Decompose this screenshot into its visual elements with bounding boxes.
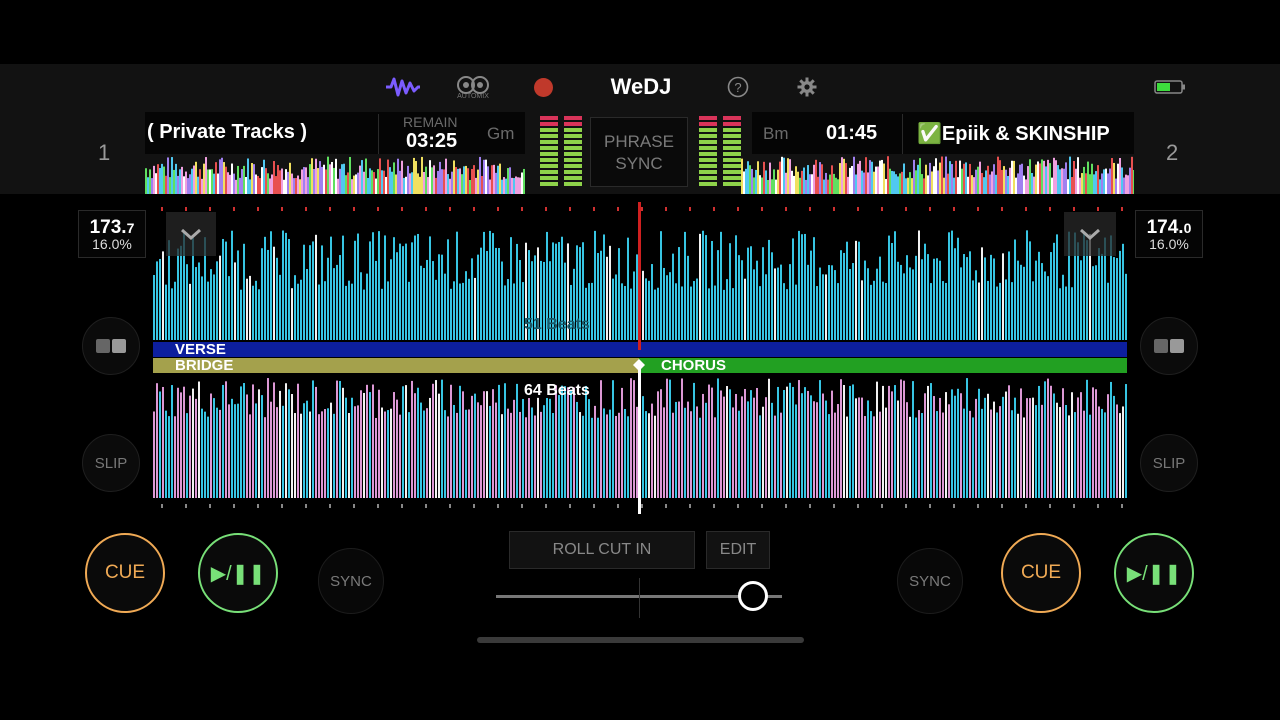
automix-icon[interactable]: AUTOMIX bbox=[454, 74, 492, 100]
crossfader-center-mark bbox=[639, 578, 640, 618]
deck2-time: 01:45 bbox=[826, 122, 878, 144]
deck2-slip-button[interactable]: SLIP bbox=[1140, 434, 1198, 492]
deck2-key: Bm bbox=[763, 124, 789, 143]
phrase-bridge-label: BRIDGE bbox=[175, 357, 234, 374]
chevron-down-icon bbox=[1080, 228, 1100, 241]
deck1-play-pause-button[interactable]: ▶/❚❚ bbox=[198, 533, 278, 613]
deck1-bpm: 173. bbox=[89, 217, 127, 238]
deck2-cue-button[interactable]: CUE bbox=[1001, 533, 1081, 613]
phrase-chorus-label: CHORUS bbox=[661, 357, 727, 374]
deck1-pitch: 16.0% bbox=[92, 236, 132, 252]
battery-icon bbox=[1153, 74, 1187, 100]
gear-icon[interactable] bbox=[796, 74, 818, 100]
deck1-track-title: ( Private Tracks ) bbox=[147, 121, 308, 143]
deck2-view-toggle-button[interactable] bbox=[1140, 317, 1198, 375]
divider bbox=[378, 114, 379, 154]
deck1-bpm-decimal: 7 bbox=[126, 220, 135, 236]
deck1-sync-button[interactable]: SYNC bbox=[318, 548, 384, 614]
deck2-pitch: 16.0% bbox=[1149, 236, 1189, 252]
split-view-icon bbox=[96, 339, 126, 353]
split-view-icon bbox=[1154, 339, 1184, 353]
deck1-slip-button[interactable]: SLIP bbox=[82, 434, 140, 492]
help-icon[interactable]: ? bbox=[726, 74, 750, 100]
deck2-sync-button[interactable]: SYNC bbox=[897, 548, 963, 614]
deck1-beats-counter: 51 Beats bbox=[524, 316, 590, 333]
deck2-track-title: ✅Epiik & SKINSHIP bbox=[917, 123, 1110, 145]
edit-button[interactable]: EDIT bbox=[706, 531, 770, 569]
phrase-sync-label-2: SYNC bbox=[615, 154, 663, 173]
deck1-collapse-button[interactable] bbox=[166, 212, 216, 256]
deck1-key: Gm bbox=[487, 124, 515, 143]
crossfader-handle[interactable] bbox=[738, 581, 769, 611]
deck2-level-meter bbox=[697, 116, 743, 188]
chevron-down-icon bbox=[181, 228, 201, 241]
main-waveform-area[interactable] bbox=[153, 202, 1127, 514]
phrase-verse-label: VERSE bbox=[175, 341, 226, 358]
deck1-bpm-display[interactable]: 173.7 16.0% bbox=[78, 210, 146, 258]
deck2-number: 2 bbox=[1166, 140, 1179, 165]
divider bbox=[902, 114, 903, 154]
deck2-bpm: 174. bbox=[1146, 217, 1184, 238]
deck1-number: 1 bbox=[98, 140, 111, 165]
record-icon[interactable] bbox=[532, 74, 554, 100]
deck1-time: 03:25 bbox=[406, 130, 458, 152]
waveform-icon[interactable] bbox=[384, 74, 422, 100]
deck1-level-meter bbox=[538, 116, 584, 188]
deck1-overview-waveform[interactable] bbox=[145, 156, 525, 194]
deck2-collapse-button[interactable] bbox=[1064, 212, 1116, 256]
deck2-bpm-display[interactable]: 174.0 16.0% bbox=[1135, 210, 1203, 258]
phrase-sync-label-1: PHRASE bbox=[604, 132, 674, 151]
phrase-sync-button[interactable]: PHRASE SYNC bbox=[590, 117, 688, 187]
deck2-play-pause-button[interactable]: ▶/❚❚ bbox=[1114, 533, 1194, 613]
app-title: WeDJ bbox=[610, 74, 672, 99]
home-indicator bbox=[477, 637, 804, 643]
deck2-overview-waveform[interactable] bbox=[741, 156, 1134, 194]
roll-cut-in-button[interactable]: ROLL CUT IN bbox=[509, 531, 695, 569]
automix-label: AUTOMIX bbox=[457, 92, 489, 100]
deck1-cue-button[interactable]: CUE bbox=[85, 533, 165, 613]
deck1-remain-label: REMAIN bbox=[403, 114, 458, 130]
deck2-beats-counter: 64 Beats bbox=[524, 382, 590, 399]
svg-text:?: ? bbox=[734, 80, 741, 95]
deck2-bpm-decimal: 0 bbox=[1183, 220, 1192, 236]
deck1-view-toggle-button[interactable] bbox=[82, 317, 140, 375]
